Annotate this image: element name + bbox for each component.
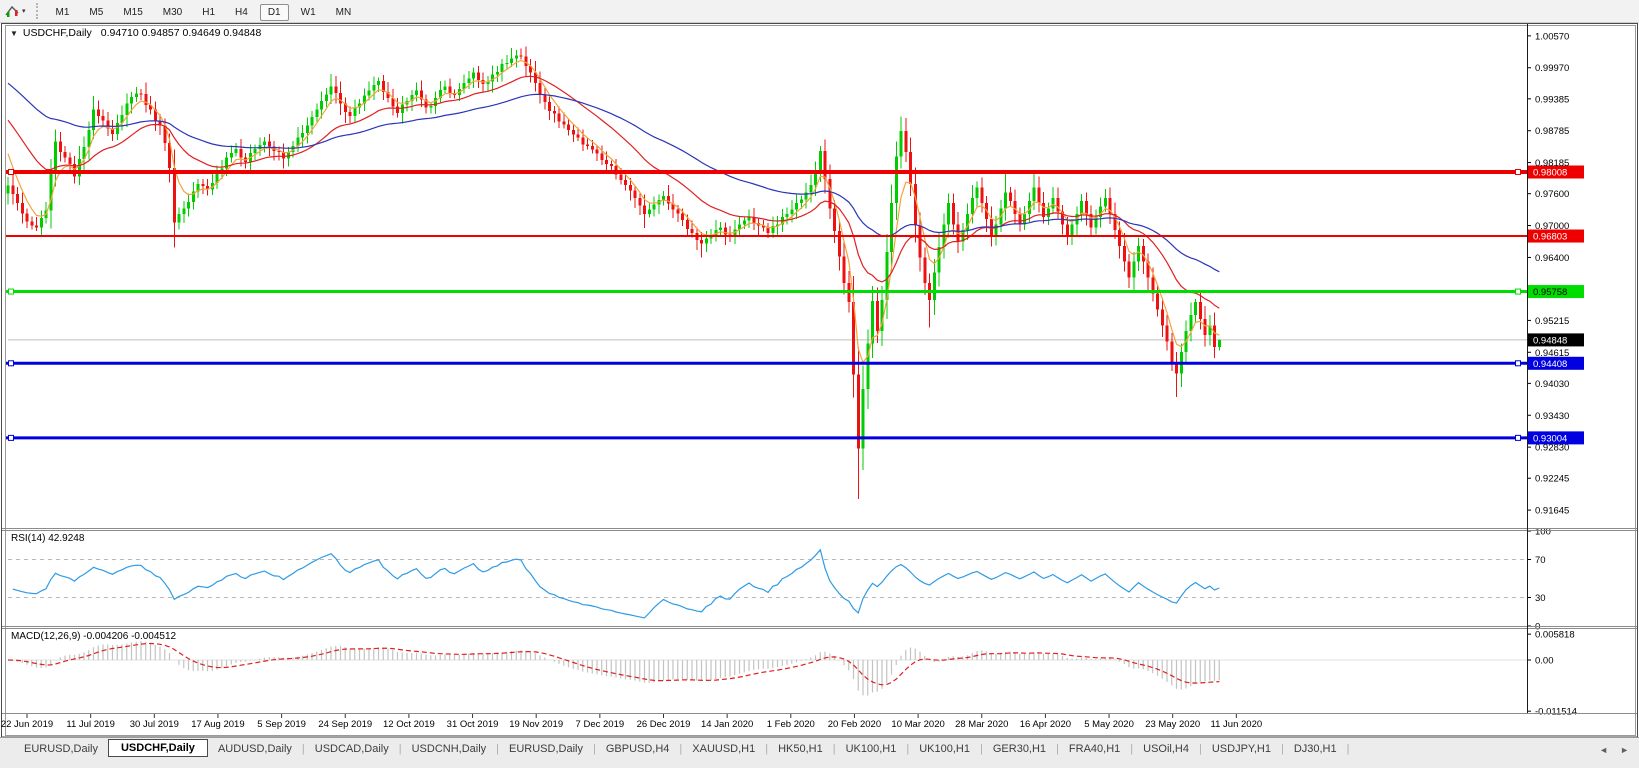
svg-text:0.91645: 0.91645 [1535,506,1569,517]
chart-tabs: EURUSD,Daily USDCHF,Daily AUDUSD,Daily | USD… [14,738,1349,758]
chart-tab-FRA40-H1[interactable]: FRA40,H1 [1059,740,1130,758]
chart-tab-XAUUSD-H1[interactable]: XAUUSD,H1 [682,740,765,758]
chart-tab-UK100-H1[interactable]: UK100,H1 [909,740,980,758]
tab-scroll-controls: ◄ ► [1599,745,1629,755]
timeframe-button-M15[interactable]: M15 [115,4,150,21]
chart-tab-DJ30-H1[interactable]: DJ30,H1 [1284,740,1347,758]
chart-tab-GBPUSD-H4[interactable]: GBPUSD,H4 [596,740,680,758]
timeframe-button-W1[interactable]: W1 [293,4,324,21]
chart-ohlc-values: 0.94710 0.94857 0.94649 0.94848 [100,27,262,39]
date-axis-label: 31 Oct 2019 [446,719,499,730]
svg-text:0.95215: 0.95215 [1535,316,1569,327]
chart-tab-HK50-H1[interactable]: HK50,H1 [768,740,833,758]
svg-text:0.93430: 0.93430 [1535,411,1569,422]
timeframe-button-H1[interactable]: H1 [194,4,223,21]
toolbar-grip [35,3,38,19]
macd-indicator-label: MACD(12,26,9) -0.004206 -0.004512 [11,631,177,642]
svg-text:0.96400: 0.96400 [1535,253,1569,264]
chart-tab-USOil-H4[interactable]: USOil,H4 [1133,740,1199,758]
svg-text:0.94848: 0.94848 [1533,335,1567,346]
svg-text:0.94408: 0.94408 [1533,359,1567,370]
svg-text:-0.011514: -0.011514 [1535,707,1577,718]
top-toolbar: ▾ M1 M5 M15 M30 H1 H4 D1 W1 MN [0,0,1639,23]
timeframe-button-D1[interactable]: D1 [259,3,289,21]
date-axis-label: 28 Mar 2020 [955,719,1009,730]
chart-canvas[interactable]: 0.980080.968030.957580.944080.930040.948… [0,0,1639,768]
timeframe-button-M5[interactable]: M5 [81,4,111,21]
timeframe-button-M30[interactable]: M30 [155,4,190,21]
chart-header: ▼ USDCHF,Daily 0.94710 0.94857 0.94649 0.9… [10,27,261,39]
svg-text:30: 30 [1535,593,1546,604]
mt4-terminal: 0.98008 0.96803 0.95758 0.94408 0.93004 0.948… [0,0,1639,768]
date-axis-label: 11 Jul 2019 [66,719,115,730]
date-axis-label: 5 May 2020 [1084,719,1134,730]
date-axis-label: 5 Sep 2019 [257,719,306,730]
svg-text:0.97000: 0.97000 [1535,221,1569,232]
timeframe-button-MN[interactable]: MN [328,4,360,21]
svg-text:70: 70 [1535,555,1546,566]
timeframe-button-M1[interactable]: M1 [48,4,78,21]
date-axis-label: 23 May 2020 [1145,719,1201,730]
draw-tool-button[interactable]: ▾ [1,3,30,20]
date-axis-label: 20 Feb 2020 [827,719,882,730]
date-axis-label: 26 Dec 2019 [636,719,691,730]
chart-tab-USDCAD-Daily[interactable]: USDCAD,Daily [305,740,399,758]
date-axis-label: 19 Nov 2019 [509,719,564,730]
svg-text:0.96803: 0.96803 [1533,232,1567,243]
chart-symbol-period: USDCHF,Daily [22,27,92,39]
svg-text:0.92245: 0.92245 [1535,474,1569,485]
date-axis-label: 10 Mar 2020 [891,719,945,730]
svg-text:0.99970: 0.99970 [1535,63,1569,74]
chart-tab-bar: EURUSD,Daily USDCHF,Daily AUDUSD,Daily | USD… [0,737,1639,768]
svg-text:0.94030: 0.94030 [1535,379,1569,390]
date-axis-label: 22 Jun 2019 [0,719,54,730]
date-axis-label: 11 Jun 2020 [1210,719,1263,730]
date-axis-label: 12 Oct 2019 [383,719,435,730]
rsi-indicator-label: RSI(14) 42.9248 [11,533,85,544]
chart-tab-USDCNH-Daily[interactable]: USDCNH,Daily [402,740,497,758]
date-axis-label: 17 Aug 2019 [191,719,245,730]
tab-separator: | [1346,743,1350,755]
svg-text:0.005818: 0.005818 [1535,630,1575,641]
svg-text:0.99385: 0.99385 [1535,94,1569,105]
chart-window-outer-frame [1,23,1638,738]
date-axis-label: 30 Jul 2019 [129,719,179,730]
svg-text:0.98185: 0.98185 [1535,158,1569,169]
tab-scroll-left-icon[interactable]: ◄ [1599,745,1608,755]
svg-text:0.94615: 0.94615 [1535,348,1569,359]
date-axis-label: 24 Sep 2019 [318,719,373,730]
svg-text:0.97600: 0.97600 [1535,189,1569,200]
svg-text:0.95758: 0.95758 [1533,287,1567,298]
chart-tab-GER30-H1[interactable]: GER30,H1 [983,740,1056,758]
svg-text:0.92830: 0.92830 [1535,443,1569,454]
chart-tab-USDJPY-H1[interactable]: USDJPY,H1 [1202,740,1281,758]
timeframe-button-group: M1 M5 M15 M30 H1 H4 D1 W1 MN [46,2,362,21]
chart-tab-AUDUSD-Daily[interactable]: AUDUSD,Daily [208,740,302,758]
draw-tool-icon [5,5,19,17]
chart-tab-UK100-H1[interactable]: UK100,H1 [836,740,907,758]
dropdown-caret-icon[interactable]: ▾ [22,7,26,15]
date-axis-label: 14 Jan 2020 [700,719,754,730]
svg-text:1.00570: 1.00570 [1535,31,1569,42]
collapse-chart-icon[interactable]: ▼ [10,29,18,38]
date-axis: 22 Jun 2019 11 Jul 2019 30 Jul 2019 17 Aug … [0,714,1527,737]
date-axis-label: 16 Apr 2020 [1019,719,1072,730]
tab-scroll-right-icon[interactable]: ► [1620,745,1629,755]
chart-tab-EURUSD-Daily[interactable]: EURUSD,Daily [499,740,593,758]
timeframe-button-H4[interactable]: H4 [227,4,256,21]
chart-tab-USDCHF-Daily[interactable]: USDCHF,Daily [107,738,208,757]
date-axis-label: 7 Dec 2019 [575,719,625,730]
chart-tab-EURUSD-Daily[interactable]: EURUSD,Daily [14,740,108,758]
svg-text:0.98008: 0.98008 [1533,168,1567,179]
current-price-tag: 0.94848 [1528,333,1584,347]
svg-text:0.00: 0.00 [1535,656,1554,667]
date-axis-label: 1 Feb 2020 [766,719,815,730]
svg-text:0.98785: 0.98785 [1535,126,1569,137]
